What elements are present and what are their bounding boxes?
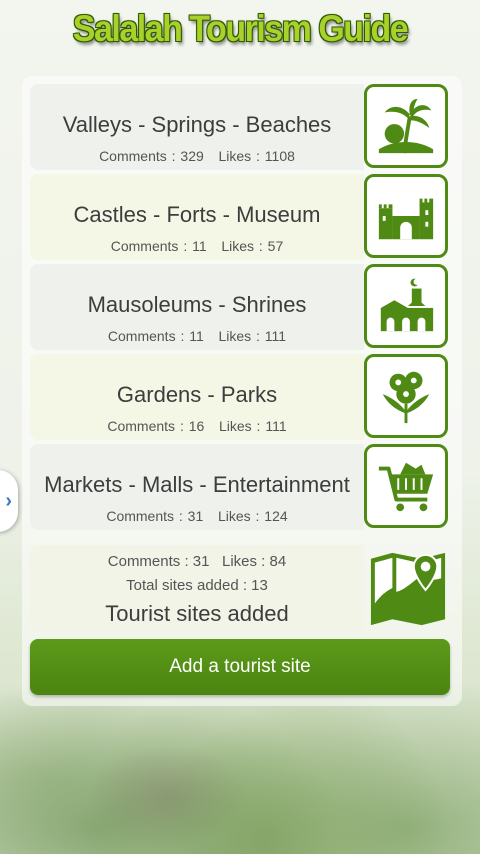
category-stats: Comments : 329 Likes : 1108 bbox=[30, 148, 364, 164]
shrine-icon[interactable] bbox=[364, 264, 448, 348]
comments-count: Comments : 31 bbox=[106, 508, 204, 524]
likes-count: Likes : 111 bbox=[218, 328, 287, 344]
category-row-mausoleums[interactable]: Mausoleums - Shrines Comments : 11 Likes… bbox=[30, 264, 364, 350]
category-name: Markets - Malls - Entertainment bbox=[44, 472, 350, 497]
add-tourist-site-button[interactable]: Add a tourist site bbox=[30, 639, 450, 695]
category-row-castles[interactable]: Castles - Forts - Museum Comments : 11 L… bbox=[30, 174, 364, 260]
comments-count: Comments : 31 bbox=[107, 553, 210, 570]
category-stats: Comments : 11 Likes : 57 bbox=[30, 238, 364, 254]
category-name: Gardens - Parks bbox=[116, 382, 278, 407]
category-row-gardens[interactable]: Gardens - Parks Comments : 16 Likes : 11… bbox=[30, 354, 364, 440]
likes-count: Likes : 57 bbox=[221, 238, 284, 254]
comments-count: Comments : 329 bbox=[99, 148, 204, 164]
comments-count: Comments : 11 bbox=[110, 238, 207, 254]
category-row-valleys[interactable]: Valleys - Springs - Beaches Comments : 3… bbox=[30, 84, 364, 170]
category-name: Castles - Forts - Museum bbox=[73, 202, 321, 227]
app-title: Salalah Tourism Guide bbox=[72, 8, 409, 50]
comments-count: Comments : 11 bbox=[107, 328, 204, 344]
category-name: Mausoleums - Shrines bbox=[87, 292, 307, 317]
palm-tree-icon[interactable] bbox=[364, 84, 448, 168]
likes-count: Likes : 84 bbox=[222, 553, 287, 570]
castle-icon[interactable] bbox=[364, 174, 448, 258]
category-row-markets[interactable]: Markets - Malls - Entertainment Comments… bbox=[30, 444, 364, 530]
shopping-cart-icon[interactable] bbox=[364, 444, 448, 528]
tourist-sites-stats: Comments : 31 Likes : 84 bbox=[30, 553, 364, 570]
tourist-sites-row[interactable]: Comments : 31 Likes : 84 Total sites add… bbox=[30, 545, 364, 631]
likes-count: Likes : 124 bbox=[217, 508, 288, 524]
tourist-sites-title: Tourist sites added bbox=[105, 601, 289, 626]
likes-count: Likes : 1108 bbox=[218, 148, 295, 164]
chevron-right-icon: › bbox=[5, 489, 12, 512]
category-stats: Comments : 11 Likes : 111 bbox=[30, 328, 364, 344]
category-name: Valleys - Springs - Beaches bbox=[62, 112, 332, 137]
category-stats: Comments : 16 Likes : 111 bbox=[30, 418, 364, 434]
comments-count: Comments : 16 bbox=[107, 418, 205, 434]
map-pin-icon[interactable] bbox=[366, 548, 450, 630]
likes-count: Likes : 111 bbox=[218, 418, 287, 434]
flowers-icon[interactable] bbox=[364, 354, 448, 438]
category-stats: Comments : 31 Likes : 124 bbox=[30, 508, 364, 524]
total-sites-count: Total sites added : 13 bbox=[126, 577, 268, 594]
side-drawer-tab[interactable]: › bbox=[0, 470, 18, 532]
